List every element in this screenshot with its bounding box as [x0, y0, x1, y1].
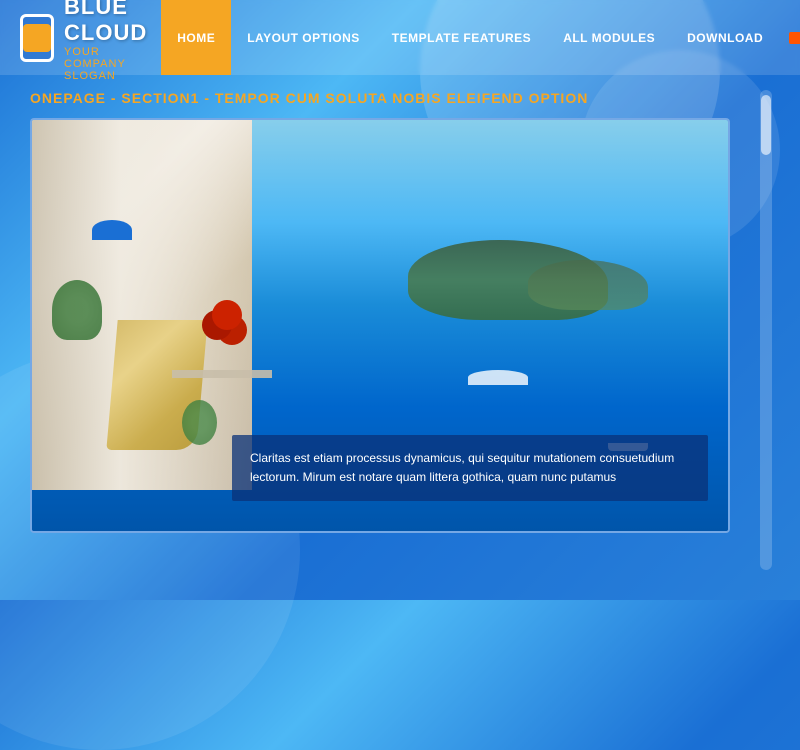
nav-item-download[interactable]: DOWNLOAD [671, 0, 779, 75]
scrollbar-track[interactable] [760, 90, 772, 570]
theme-color-dots [789, 32, 800, 44]
terrace [172, 370, 272, 378]
nav-item-all-modules[interactable]: ALL MODULES [547, 0, 671, 75]
scene: Claritas est etiam processus dynamicus, … [32, 120, 728, 531]
cruise-ship [468, 370, 528, 385]
scrollbar-thumb[interactable] [761, 95, 771, 155]
nav-item-layout-options[interactable]: LAYOUT OPTIONS [231, 0, 376, 75]
caption-overlay: Claritas est etiam processus dynamicus, … [232, 435, 708, 501]
plant-1 [52, 280, 102, 340]
nav-item-home[interactable]: HOME [161, 0, 231, 75]
caption-text: Claritas est etiam processus dynamicus, … [250, 449, 690, 487]
logo-text-area: BLUE CLOUD YOUR COMPANY SLOGAN [64, 0, 161, 82]
nav-item-template-features[interactable]: TEMPLATE FEATURES [376, 0, 547, 75]
island-2 [528, 260, 648, 310]
main-nav: HOME LAYOUT OPTIONS TEMPLATE FEATURES AL… [161, 0, 800, 75]
logo-icon [20, 14, 54, 62]
brand-name: BLUE CLOUD [64, 0, 161, 46]
color-dot-orange[interactable] [789, 32, 800, 44]
logo-area: BLUE CLOUD YOUR COMPANY SLOGAN [20, 0, 161, 82]
slideshow: Claritas est etiam processus dynamicus, … [30, 118, 730, 533]
blue-dome [92, 220, 132, 240]
main-content: ONEPAGE - SECTION1 - TEMPOR CUM SOLUTA N… [0, 75, 800, 548]
red-flowers [212, 300, 242, 330]
plant-2 [182, 400, 217, 445]
header: BLUE CLOUD YOUR COMPANY SLOGAN HOME LAYO… [0, 0, 800, 75]
logo-icon-inner [23, 24, 51, 52]
section-title: ONEPAGE - SECTION1 - TEMPOR CUM SOLUTA N… [30, 90, 770, 106]
